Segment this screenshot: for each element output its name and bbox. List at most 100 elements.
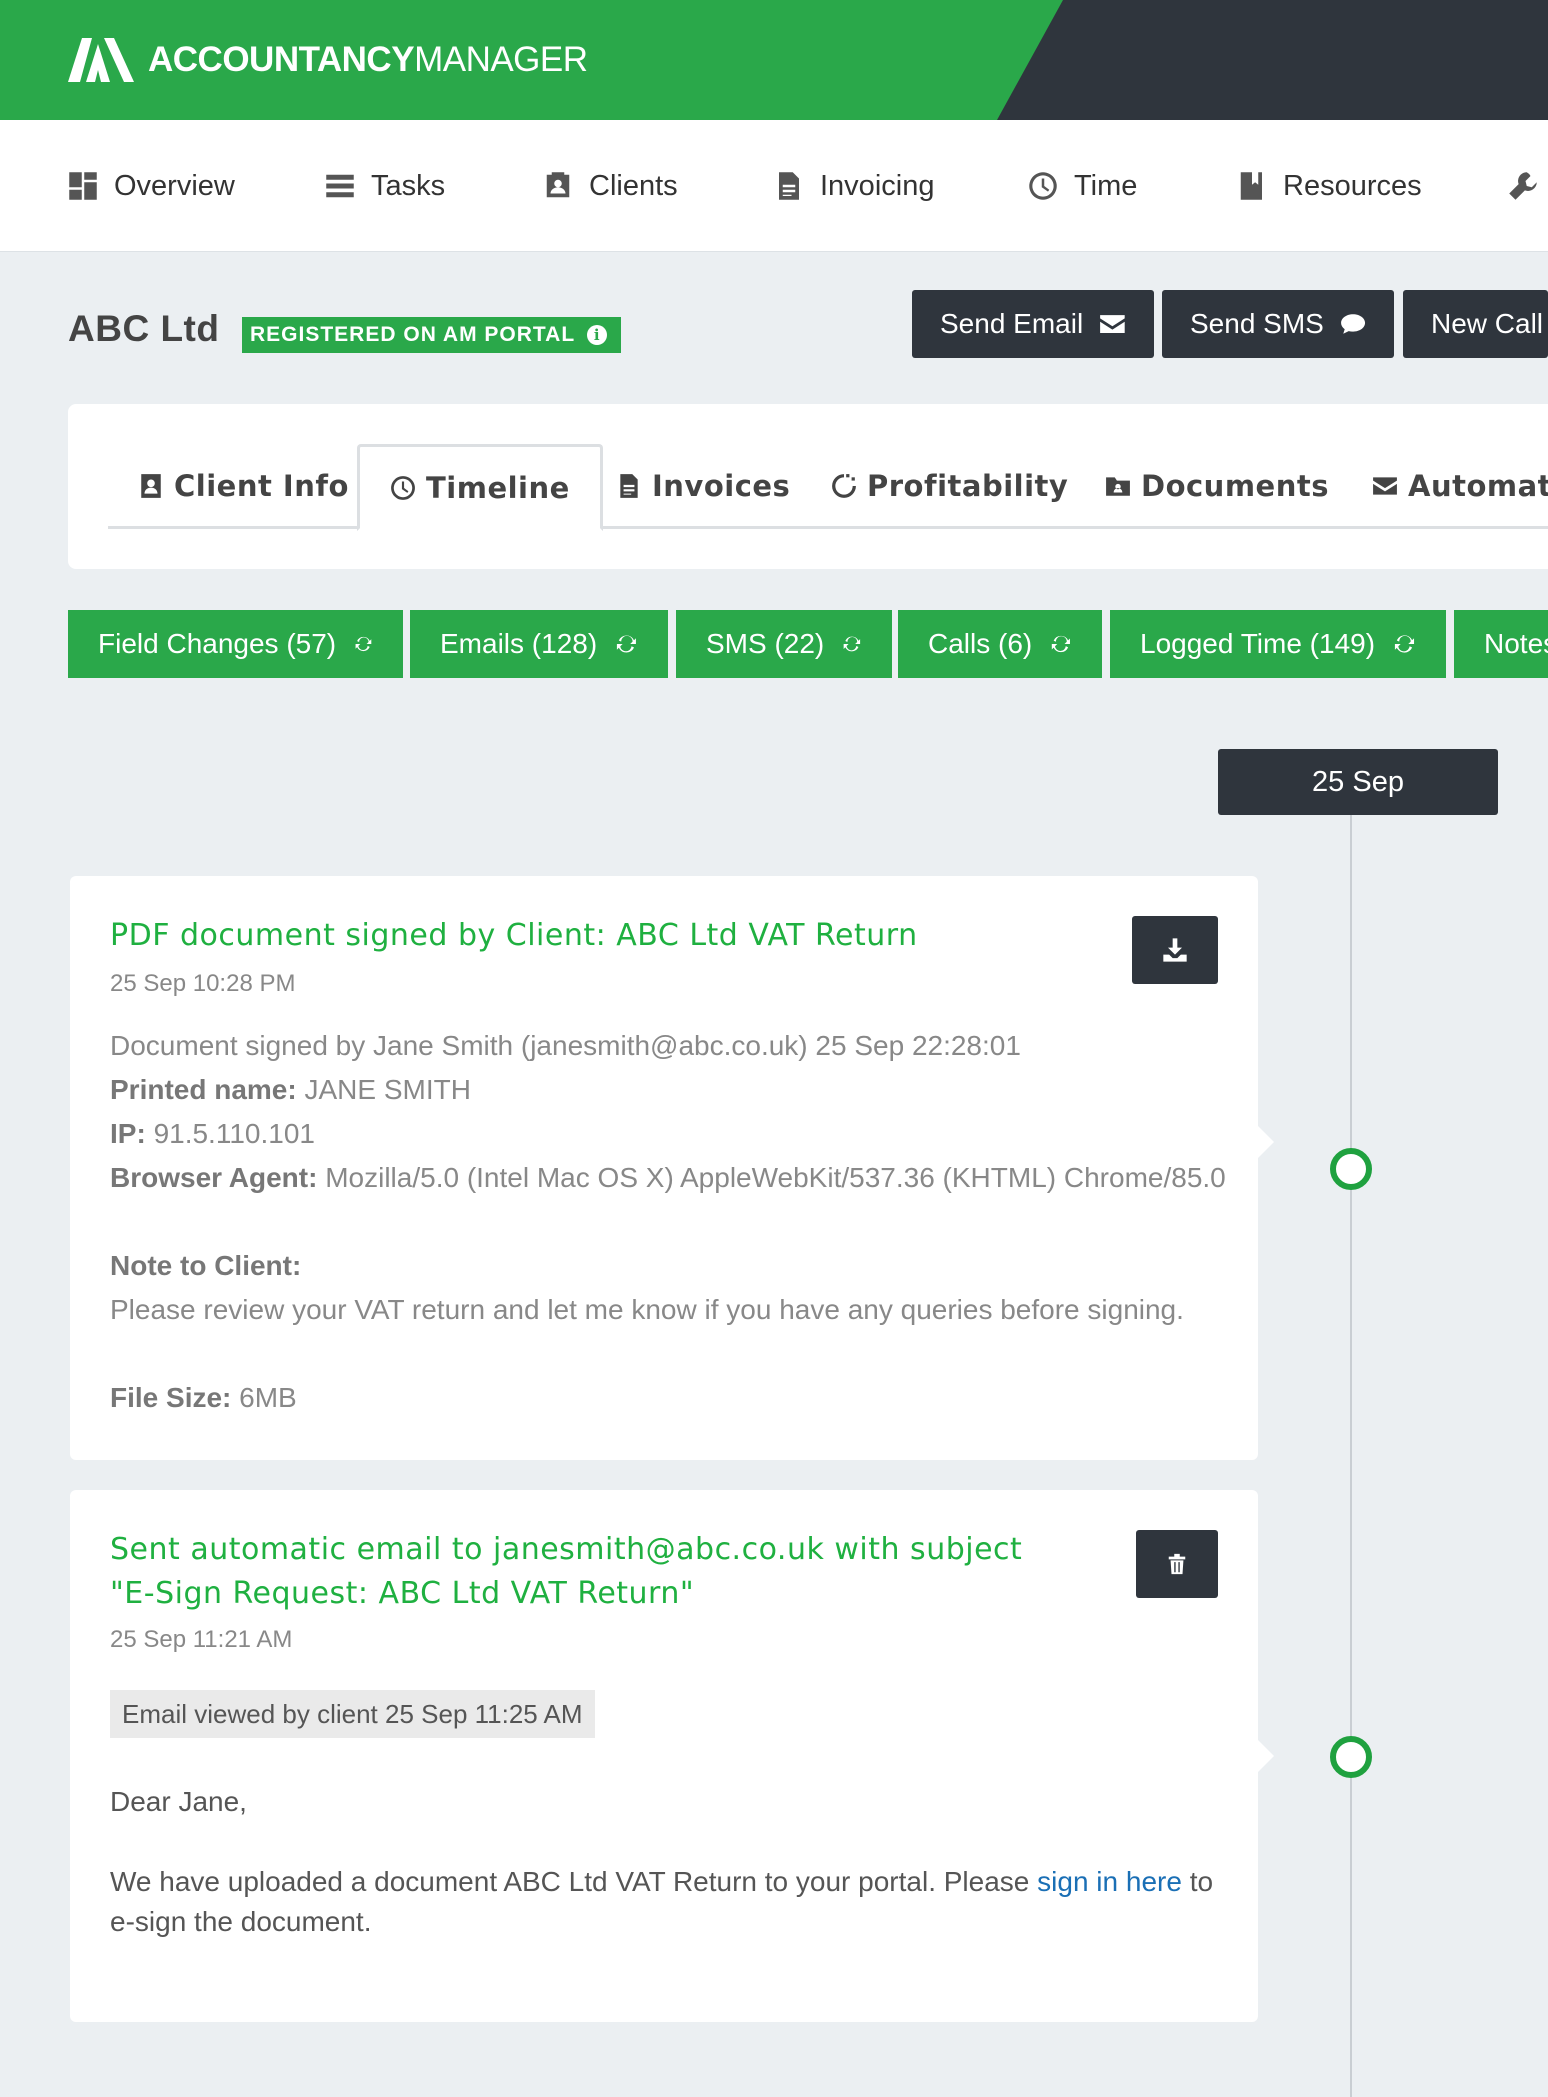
clock-icon bbox=[1029, 172, 1057, 200]
contact-card-icon bbox=[546, 172, 570, 198]
portal-status-badge: REGISTERED ON AM PORTAL i bbox=[242, 317, 622, 353]
tab-client-info[interactable]: Client Info bbox=[138, 444, 349, 528]
envelope-icon bbox=[1373, 477, 1397, 495]
download-button[interactable] bbox=[1132, 916, 1218, 984]
entry-title-line: Sent automatic email to janesmith@abc.co… bbox=[110, 1532, 1023, 1567]
document-icon bbox=[620, 474, 638, 498]
client-name: ABC Ltd bbox=[68, 308, 220, 349]
top-header: ACCOUNTANCYMANAGER bbox=[0, 0, 1548, 120]
timeline-entry-document-signed: PDF document signed by Client: ABC Ltd V… bbox=[70, 876, 1274, 1460]
nav-label: Time bbox=[1074, 169, 1138, 202]
browser-agent-line: Browser Agent: Mozilla/5.0 (Intel Mac OS… bbox=[110, 1162, 1226, 1193]
nav-item-settings[interactable] bbox=[1508, 120, 1538, 252]
brand-name: ACCOUNTANCYMANAGER bbox=[148, 40, 588, 79]
download-icon bbox=[1163, 938, 1187, 962]
tab-label: Profitability bbox=[867, 469, 1069, 503]
list-icon bbox=[326, 174, 354, 198]
refresh-icon bbox=[1052, 635, 1071, 653]
tab-label: Automatic bbox=[1408, 469, 1548, 503]
signed-by-line: Document signed by Jane Smith (janesmith… bbox=[110, 1030, 1021, 1061]
send-email-label: Send Email bbox=[940, 308, 1084, 339]
folder-icon bbox=[1106, 477, 1130, 496]
file-size-line: File Size: 6MB bbox=[110, 1382, 297, 1413]
refresh-icon bbox=[1394, 635, 1415, 653]
filter-calls[interactable]: Calls (6) bbox=[898, 610, 1102, 678]
tab-profitability[interactable]: Profitability bbox=[831, 444, 1068, 528]
timeline-date-label: 25 Sep bbox=[1218, 749, 1498, 815]
filter-logged-time[interactable]: Logged Time (149) bbox=[1110, 610, 1446, 678]
filter-label: Calls (6) bbox=[928, 628, 1033, 659]
send-sms-button[interactable]: Send SMS bbox=[1162, 290, 1394, 358]
tab-automatic[interactable]: Automatic bbox=[1372, 444, 1548, 528]
logo[interactable]: ACCOUNTANCYMANAGER bbox=[68, 38, 588, 82]
book-icon bbox=[1240, 172, 1262, 200]
entry-timestamp: 25 Sep 10:28 PM bbox=[110, 970, 296, 997]
tab-label: Documents bbox=[1141, 469, 1329, 503]
nav-label: Tasks bbox=[371, 169, 446, 202]
info-icon[interactable]: i bbox=[587, 325, 608, 345]
nav-item-overview[interactable]: Overview bbox=[68, 120, 235, 252]
tab-label: Invoices bbox=[652, 469, 791, 503]
filter-label: Field Changes (57) bbox=[98, 628, 337, 659]
tab-invoices[interactable]: Invoices bbox=[616, 444, 790, 528]
chat-bubble-icon bbox=[1340, 314, 1365, 334]
email-body: We have uploaded a document ABC Ltd VAT … bbox=[110, 1866, 1214, 1937]
document-icon bbox=[779, 172, 799, 200]
new-call-button[interactable]: New Call bbox=[1403, 290, 1548, 358]
refresh-icon bbox=[617, 635, 637, 653]
dashboard-icon bbox=[69, 172, 97, 200]
refresh-icon bbox=[843, 636, 861, 652]
nav-item-invoicing[interactable]: Invoicing bbox=[774, 120, 934, 252]
note-label: Note to Client: bbox=[110, 1250, 302, 1281]
filter-label: SMS (22) bbox=[706, 628, 825, 659]
entry-title[interactable]: PDF document signed by Client: ABC Ltd V… bbox=[110, 914, 918, 958]
filter-label: Emails (128) bbox=[440, 628, 598, 659]
timeline-line bbox=[1350, 815, 1352, 2097]
email-viewed-badge: Email viewed by client 25 Sep 11:25 AM bbox=[110, 1690, 595, 1738]
nav-label: Overview bbox=[114, 169, 235, 202]
nav-item-clients[interactable]: Clients bbox=[543, 120, 678, 252]
filter-notes[interactable]: Notes bbox=[1454, 610, 1548, 678]
nav-item-tasks[interactable]: Tasks bbox=[325, 120, 445, 252]
tab-documents[interactable]: Documents bbox=[1105, 444, 1329, 528]
tab-label: Timeline bbox=[426, 470, 570, 505]
tab-timeline[interactable]: Timeline bbox=[357, 444, 603, 531]
contact-card-icon bbox=[141, 474, 161, 498]
timeline-entry-email-sent: Sent automatic email to janesmith@abc.co… bbox=[70, 1490, 1274, 2022]
am-logo-icon bbox=[68, 38, 134, 82]
send-sms-label: Send SMS bbox=[1190, 308, 1324, 339]
timeline-dot bbox=[1330, 1148, 1372, 1190]
email-greeting: Dear Jane, bbox=[110, 1786, 247, 1817]
nav-label: Resources bbox=[1283, 169, 1422, 202]
printed-name-line: Printed name: JANE SMITH bbox=[110, 1074, 471, 1105]
send-email-button[interactable]: Send Email bbox=[912, 290, 1154, 358]
filter-label: Logged Time (149) bbox=[1140, 628, 1376, 659]
note-text: Please review your VAT return and let me… bbox=[110, 1294, 1184, 1325]
new-call-label: New Call bbox=[1431, 308, 1544, 339]
wrench-icon bbox=[1509, 172, 1537, 200]
sign-in-link[interactable]: sign in here bbox=[1037, 1866, 1182, 1897]
nav-item-resources[interactable]: Resources bbox=[1237, 120, 1422, 252]
nav-label: Clients bbox=[589, 169, 678, 202]
envelope-icon bbox=[1100, 315, 1125, 333]
filter-label: Notes bbox=[1484, 628, 1548, 659]
entry-timestamp: 25 Sep 11:21 AM bbox=[110, 1626, 293, 1653]
entry-title-line: "E-Sign Request: ABC Ltd VAT Return" bbox=[110, 1576, 695, 1611]
tabs-panel: Client Info Timeline Invoices Profitabil… bbox=[68, 404, 1548, 569]
delete-button[interactable] bbox=[1136, 1530, 1218, 1598]
filter-sms[interactable]: SMS (22) bbox=[676, 610, 892, 678]
ip-line: IP: 91.5.110.101 bbox=[110, 1118, 315, 1149]
nav-item-time[interactable]: Time bbox=[1028, 120, 1137, 252]
entry-title[interactable]: Sent automatic email to janesmith@abc.co… bbox=[110, 1528, 1070, 1616]
nav-label: Invoicing bbox=[820, 169, 935, 202]
trash-icon bbox=[1168, 1553, 1186, 1575]
tab-label: Client Info bbox=[174, 469, 349, 503]
refresh-icon bbox=[355, 636, 372, 652]
clock-icon bbox=[391, 475, 415, 500]
refresh-circle-icon bbox=[832, 474, 856, 498]
main-nav: Overview Tasks Clients Invoicing Time Re… bbox=[0, 120, 1548, 252]
timeline-dot bbox=[1330, 1736, 1372, 1778]
filter-emails[interactable]: Emails (128) bbox=[410, 610, 668, 678]
portal-badge-label: REGISTERED ON AM PORTAL bbox=[250, 323, 576, 346]
filter-field-changes[interactable]: Field Changes (57) bbox=[68, 610, 403, 678]
